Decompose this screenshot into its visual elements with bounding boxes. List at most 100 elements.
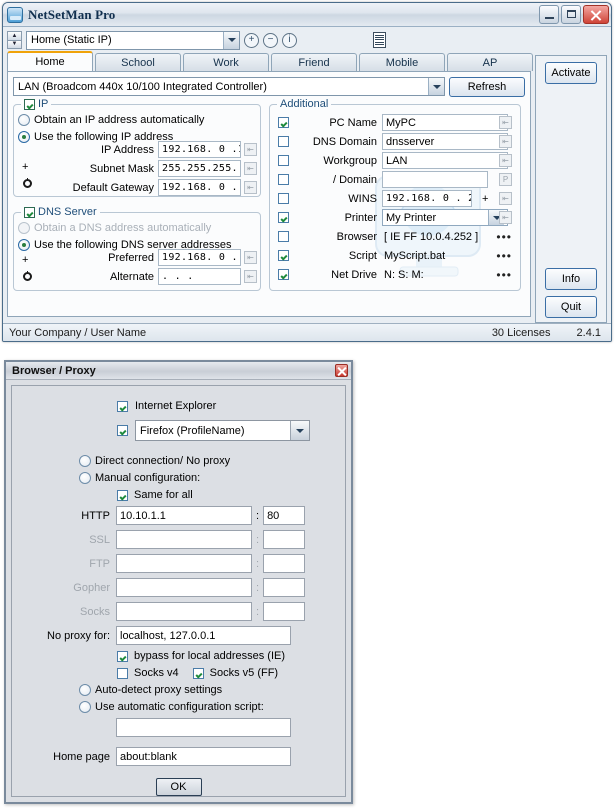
additional-pc-name-input[interactable]: MyPC [382,114,508,131]
additional-workgroup-checkbox[interactable] [278,155,289,166]
additional-more-button[interactable]: ••• [496,268,512,282]
additional-script-checkbox[interactable] [278,250,289,261]
radio-icon[interactable] [79,455,91,467]
firefox-checkbox[interactable] [117,425,128,436]
same-for-all-row[interactable]: Same for all [117,489,335,501]
additional-pc-name-checkbox[interactable] [278,117,289,128]
additional-workgroup-input[interactable]: LAN [382,152,508,169]
dns-radio-auto[interactable]: Obtain a DNS address automatically [18,219,260,236]
adapter-select[interactable]: LAN (Broadcom 440x 10/100 Integrated Con… [13,77,445,96]
proxy-ftp-port-input[interactable] [263,554,306,573]
tab-school[interactable]: School [95,53,181,71]
quit-button[interactable]: Quit [545,296,597,318]
additional-browser-value[interactable]: [ IE FF 10.0.4.252 ] [384,231,478,243]
auto-script-radio[interactable]: Use automatic configuration script: [79,701,335,713]
socks-v5-checkbox[interactable] [192,667,204,679]
chevron-down-icon[interactable] [428,78,444,95]
additional-printer-checkbox[interactable] [278,212,289,223]
additional-more-button[interactable]: ••• [496,249,512,263]
additional-script-value[interactable]: MyScript.bat [384,250,445,262]
default-gateway-input[interactable]: 192.168. 0 . 1 [158,179,241,196]
additional-printer-input[interactable]: My Printer [382,209,508,226]
additional-import-icon[interactable]: ⇤ [499,192,512,205]
additional-net-drive-checkbox[interactable] [278,269,289,280]
proxy-http-host-input[interactable]: 10.10.1.1 [116,506,252,525]
additional-dns-domain-input[interactable]: dnsserver [382,133,508,150]
direct-connection-radio[interactable]: Direct connection/ No proxy [79,455,335,467]
tab-ap[interactable]: AP [447,53,533,71]
info-profile-button[interactable]: i [282,32,297,48]
activate-button[interactable]: Activate [545,62,597,84]
tab-mobile[interactable]: Mobile [359,53,445,71]
same-for-all-checkbox[interactable] [117,489,128,501]
minimize-button[interactable] [539,5,559,24]
additional-browser-checkbox[interactable] [278,231,289,242]
radio-icon[interactable] [79,701,91,713]
additional-import-icon[interactable]: ⇤ [499,211,512,224]
proxy-ssl-port-input[interactable] [263,530,306,549]
close-button[interactable] [583,5,609,24]
maximize-button[interactable] [561,5,581,24]
radio-icon[interactable] [79,684,91,696]
additional-import-icon[interactable]: ⇤ [499,116,512,129]
alternate-dns-import-icon[interactable]: ⇤ [244,270,257,283]
additional--domain-checkbox[interactable] [278,174,289,185]
home-page-input[interactable]: about:blank [116,747,291,766]
auto-detect-radio[interactable]: Auto-detect proxy settings [79,684,335,696]
ip-address-input[interactable]: 192.168. 0 .101 [158,141,241,158]
firefox-profile-select[interactable]: Firefox (ProfileName) [135,420,310,441]
proxy-ssl-host-input[interactable] [116,530,252,549]
remove-profile-button[interactable]: − [263,32,278,48]
profile-select[interactable]: Home (Static IP) [26,30,240,50]
socks-v4-checkbox[interactable] [117,667,128,679]
ip-group-checkbox[interactable] [24,98,35,110]
wins-add-icon[interactable]: + [482,193,488,205]
firefox-row[interactable]: Firefox (ProfileName) [22,420,335,441]
preferred-dns-input[interactable]: 192.168. 0 . 1 [158,249,241,266]
spinner-down-icon[interactable]: ▼ [7,39,22,49]
manual-configuration-radio[interactable]: Manual configuration: [79,472,335,484]
tab-home[interactable]: Home [7,51,93,71]
dialog-close-button[interactable] [335,364,348,377]
preferred-dns-import-icon[interactable]: ⇤ [244,251,257,264]
additional-import-icon[interactable]: ⇤ [499,135,512,148]
domain-password-button[interactable]: P [499,173,512,186]
subnet-mask-import-icon[interactable]: ⇤ [244,162,257,175]
tab-work[interactable]: Work [183,53,269,71]
proxy-socks-host-input[interactable] [116,602,252,621]
additional-wins-checkbox[interactable] [278,193,289,204]
add-profile-button[interactable]: + [244,32,259,48]
no-proxy-input[interactable]: localhost, 127.0.0.1 [116,626,291,645]
default-gateway-import-icon[interactable]: ⇤ [244,181,257,194]
additional-dns-domain-checkbox[interactable] [278,136,289,147]
additional-more-button[interactable]: ••• [496,230,512,244]
ip-address-import-icon[interactable]: ⇤ [244,143,257,156]
proxy-http-port-input[interactable]: 80 [263,506,306,525]
additional-import-icon[interactable]: ⇤ [499,154,512,167]
chevron-down-icon[interactable] [290,421,309,440]
ie-row[interactable]: Internet Explorer [22,400,335,412]
proxy-socks-port-input[interactable] [263,602,306,621]
dns-group-checkbox[interactable] [24,206,35,218]
bypass-row[interactable]: bypass for local addresses (IE) [117,650,335,662]
auto-script-input[interactable] [116,718,291,737]
ip-radio-auto[interactable]: Obtain an IP address automatically [18,111,260,128]
subnet-mask-input[interactable]: 255.255.255. 0 [158,160,241,177]
proxy-gopher-host-input[interactable] [116,578,252,597]
spinner-up-icon[interactable]: ▲ [7,31,22,40]
tab-friend[interactable]: Friend [271,53,357,71]
radio-icon[interactable] [18,221,30,234]
radio-icon[interactable] [18,113,30,126]
refresh-button[interactable]: Refresh [449,77,525,97]
proxy-gopher-port-input[interactable] [263,578,306,597]
ok-button[interactable]: OK [155,778,202,796]
info-button[interactable]: Info [545,268,597,290]
bypass-checkbox[interactable] [117,650,128,662]
ie-checkbox[interactable] [117,400,128,412]
alternate-dns-input[interactable]: . . . [158,268,241,285]
list-icon[interactable] [373,32,386,48]
profile-spinner[interactable]: ▲ ▼ [7,31,22,49]
additional--domain-input[interactable] [382,171,488,188]
radio-icon[interactable] [79,472,91,484]
proxy-ftp-host-input[interactable] [116,554,252,573]
